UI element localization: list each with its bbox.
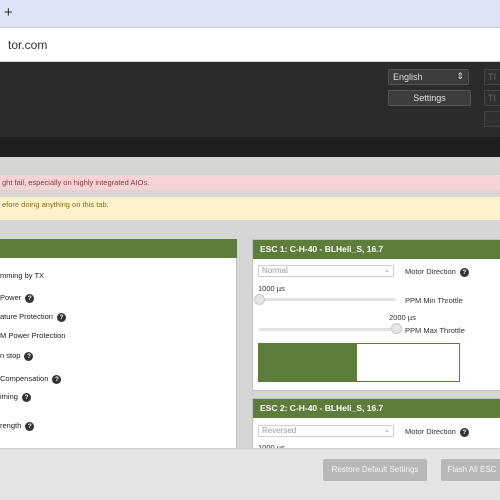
language-select[interactable]: English ⇕	[388, 69, 469, 85]
esc1-direction-value: Normal	[262, 266, 288, 275]
esc1-max-throttle-track[interactable]	[259, 328, 396, 331]
chevron-down-icon: ⌄	[384, 427, 390, 434]
esc-setting-label: n stop	[0, 351, 21, 360]
new-tab-button[interactable]: +	[4, 4, 13, 22]
esc-setting-row: ature Protection?	[0, 312, 66, 322]
esc-setting-label: Power	[0, 293, 22, 302]
esc1-motor-direction-select[interactable]: Normal ⌄	[258, 265, 394, 277]
esc2-direction-value: Reversed	[262, 426, 297, 435]
app-header-lower	[0, 137, 500, 157]
help-icon[interactable]: ?	[24, 351, 34, 361]
warning-message-red: ght fail, especially on highly integrate…	[0, 175, 500, 190]
esc-setting-label: rength	[0, 421, 22, 430]
esc-setting-row: mming by TX	[0, 271, 44, 280]
esc-setting-label: Compensation	[0, 374, 49, 383]
esc1-max-throttle-label: PPM Max Throttle	[405, 326, 465, 335]
help-icon[interactable]: ?	[56, 312, 66, 322]
esc-setting-label: mming by TX	[0, 271, 45, 280]
esc1-motor-bar-fill	[259, 344, 357, 381]
esc-setting-row: iming?	[0, 392, 31, 402]
help-icon[interactable]: ?	[459, 427, 469, 437]
select-arrows-icon: ⇕	[456, 71, 464, 81]
help-icon[interactable]: ?	[25, 421, 35, 431]
language-value: English	[393, 72, 423, 82]
esc-setting-row: Compensation?	[0, 374, 62, 384]
help-icon[interactable]: ?	[52, 374, 62, 384]
esc1-min-throttle-label: PPM Min Throttle	[405, 296, 463, 305]
esc-setting-row: M Power Protection	[0, 331, 65, 340]
esc1-min-throttle-track[interactable]	[259, 298, 396, 301]
content-top-strip	[0, 157, 500, 172]
esc1-title: ESC 1: C-H-40 - BLHeli_S, 16.7	[253, 240, 500, 259]
restore-default-settings-button[interactable]: Restore Default Settings	[323, 459, 427, 481]
settings-button[interactable]: Settings	[388, 90, 471, 106]
header-ghost-button-2[interactable]: TI	[484, 90, 500, 106]
flash-all-esc-button[interactable]: Flash All ESC	[441, 459, 500, 481]
esc2-title: ESC 2: C-H-40 - BLHeli_S, 16.7	[253, 399, 500, 418]
address-bar[interactable]: tor.com	[0, 28, 500, 62]
url-text: tor.com	[8, 38, 48, 52]
esc1-max-throttle-slider[interactable]	[391, 323, 402, 334]
footer-bar: Restore Default Settings Flash All ESC	[0, 448, 500, 500]
header-ghost-button-3[interactable]	[484, 111, 500, 127]
chevron-down-icon: ⌄	[384, 267, 390, 274]
esc-setting-label: ature Protection	[0, 312, 53, 321]
esc-setting-label: iming	[0, 392, 18, 401]
warning-message-yellow: efore doing anything on this tab.	[0, 197, 500, 220]
esc-setting-row: n stop?	[0, 351, 34, 361]
browser-tab-strip: +	[0, 0, 500, 28]
help-icon[interactable]: ?	[21, 392, 31, 402]
help-icon[interactable]: ?	[25, 293, 35, 303]
esc-setting-row: rength?	[0, 421, 35, 431]
esc-setting-row: Power?	[0, 293, 35, 303]
esc-setting-label: M Power Protection	[0, 331, 66, 340]
esc2-motor-direction-label: Motor Direction?	[405, 427, 469, 437]
esc1-min-throttle-value: 1000 µs	[258, 284, 285, 293]
esc2-motor-direction-select[interactable]: Reversed ⌄	[258, 425, 394, 437]
header-ghost-button-1[interactable]: TI	[484, 69, 500, 85]
help-icon[interactable]: ?	[459, 267, 469, 277]
esc1-motor-direction-label: Motor Direction?	[405, 267, 469, 277]
esc1-min-throttle-slider[interactable]	[254, 294, 265, 305]
esc1-max-throttle-value: 2000 µs	[389, 313, 416, 322]
esc-settings-panel-header	[0, 239, 237, 258]
